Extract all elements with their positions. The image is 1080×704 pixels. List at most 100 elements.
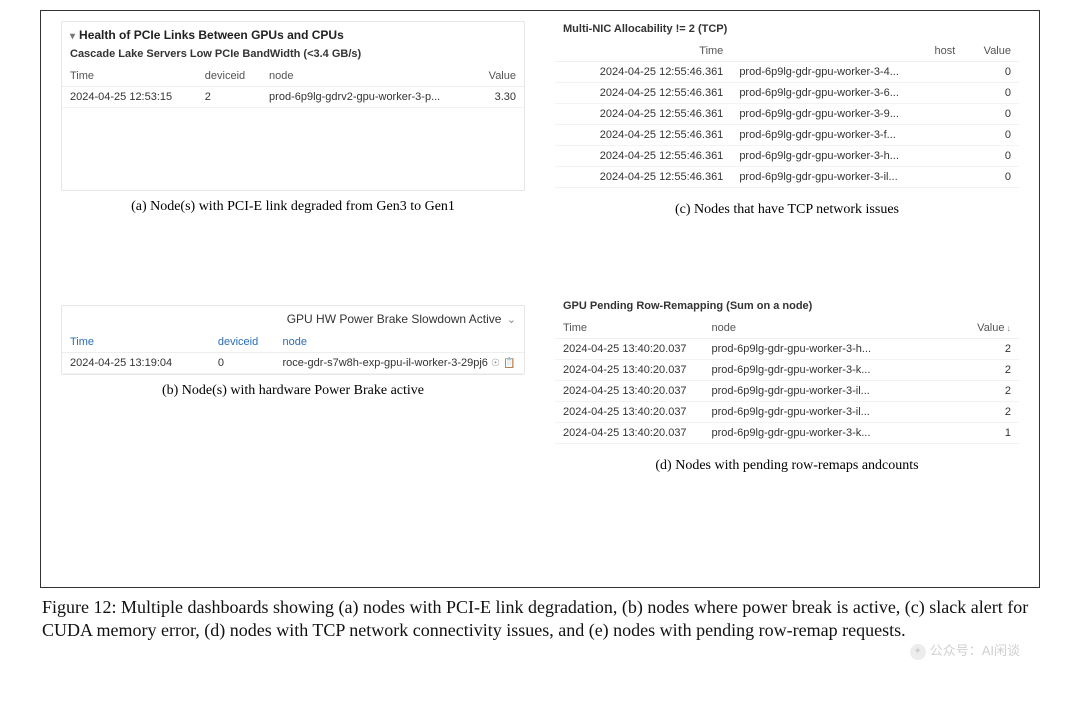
- cell-value: 0: [963, 62, 1019, 83]
- cell-node: prod-6p9lg-gdr-gpu-worker-3-k...: [703, 423, 954, 444]
- panel-row-remap: GPU Pending Row-Remapping (Sum on a node…: [555, 298, 1019, 444]
- col-deviceid[interactable]: deviceid: [210, 332, 275, 353]
- table-row[interactable]: 2024-04-25 13:19:04 0 roce-gdr-s7w8h-exp…: [62, 353, 524, 374]
- table-row[interactable]: 2024-04-25 13:40:20.037prod-6p9lg-gdr-gp…: [555, 339, 1019, 360]
- col-node[interactable]: node: [261, 66, 475, 87]
- cell-time: 2024-04-25 12:55:46.361: [555, 62, 731, 83]
- panel-b-title: GPU HW Power Brake Slowdown Active: [287, 312, 502, 326]
- figure-caption: Figure 12: Multiple dashboards showing (…: [40, 588, 1040, 641]
- cell-time: 2024-04-25 12:55:46.361: [555, 104, 731, 125]
- panel-power-brake: GPU HW Power Brake Slowdown Active ⌄ Tim…: [61, 305, 525, 375]
- cell-time: 2024-04-25 12:55:46.361: [555, 167, 731, 188]
- chevron-down-icon: ▾: [70, 31, 75, 42]
- cell-node: prod-6p9lg-gdr-gpu-worker-3-k...: [703, 360, 954, 381]
- col-time[interactable]: Time: [62, 66, 197, 87]
- col-node[interactable]: node: [275, 332, 525, 353]
- table-row[interactable]: 2024-04-25 12:55:46.361prod-6p9lg-gdr-gp…: [555, 62, 1019, 83]
- col-time[interactable]: Time: [555, 318, 703, 339]
- panel-d-title: GPU Pending Row-Remapping (Sum on a node…: [555, 298, 1019, 318]
- panel-c-table: Time host Value 2024-04-25 12:55:46.361p…: [555, 41, 1019, 188]
- cell-value: 0: [963, 125, 1019, 146]
- cell-value: 0: [963, 167, 1019, 188]
- table-header-row: Time node Value↓: [555, 318, 1019, 339]
- cell-node: roce-gdr-s7w8h-exp-gpu-il-worker-3-29pj6…: [275, 353, 525, 374]
- col-value[interactable]: Value↓: [954, 318, 1019, 339]
- panel-d-table: Time node Value↓ 2024-04-25 13:40:20.037…: [555, 318, 1019, 444]
- cell-time: 2024-04-25 13:40:20.037: [555, 402, 703, 423]
- sort-desc-icon: ↓: [1007, 323, 1012, 333]
- caption-a: (a) Node(s) with PCI-E link degraded fro…: [61, 199, 525, 215]
- col-host[interactable]: host: [731, 41, 963, 62]
- eye-icon[interactable]: ☉: [491, 358, 500, 369]
- panel-b-table: Time deviceid node 2024-04-25 13:19:04 0…: [62, 332, 524, 374]
- cell-node: prod-6p9lg-gdrv2-gpu-worker-3-p...: [261, 87, 475, 108]
- table-row[interactable]: 2024-04-25 13:40:20.037prod-6p9lg-gdr-gp…: [555, 381, 1019, 402]
- cell-value: 2: [954, 381, 1019, 402]
- table-row[interactable]: 2024-04-25 13:40:20.037prod-6p9lg-gdr-gp…: [555, 402, 1019, 423]
- col-node[interactable]: node: [703, 318, 954, 339]
- caption-d: (d) Nodes with pending row-remaps andcou…: [555, 458, 1019, 474]
- panel-c-title: Multi-NIC Allocability != 2 (TCP): [555, 21, 1019, 41]
- cell-value: 0: [963, 83, 1019, 104]
- cell-node: prod-6p9lg-gdr-gpu-worker-3-il...: [703, 402, 954, 423]
- cell-time: 2024-04-25 12:55:46.361: [555, 125, 731, 146]
- table-row[interactable]: 2024-04-25 13:40:20.037prod-6p9lg-gdr-gp…: [555, 423, 1019, 444]
- cell-value: 3.30: [475, 87, 524, 108]
- table-row[interactable]: 2024-04-25 12:55:46.361prod-6p9lg-gdr-gp…: [555, 146, 1019, 167]
- table-row[interactable]: 2024-04-25 13:40:20.037prod-6p9lg-gdr-gp…: [555, 360, 1019, 381]
- table-row[interactable]: 2024-04-25 12:55:46.361prod-6p9lg-gdr-gp…: [555, 125, 1019, 146]
- cell-time: 2024-04-25 12:55:46.361: [555, 146, 731, 167]
- cell-time: 2024-04-25 13:40:20.037: [555, 360, 703, 381]
- cell-value: 0: [963, 146, 1019, 167]
- cell-deviceid: 0: [210, 353, 275, 374]
- caption-c: (c) Nodes that have TCP network issues: [555, 202, 1019, 218]
- figure-frame: ▾ Health of PCIe Links Between GPUs and C…: [40, 10, 1040, 588]
- cell-deviceid: 2: [197, 87, 261, 108]
- col-value[interactable]: Value: [963, 41, 1019, 62]
- caption-b: (b) Node(s) with hardware Power Brake ac…: [61, 383, 525, 399]
- table-row[interactable]: 2024-04-25 12:53:15 2 prod-6p9lg-gdrv2-g…: [62, 87, 524, 108]
- panel-a-title-row[interactable]: ▾ Health of PCIe Links Between GPUs and C…: [62, 22, 524, 46]
- cell-value: 2: [954, 360, 1019, 381]
- left-column: ▾ Health of PCIe Links Between GPUs and C…: [61, 21, 525, 474]
- cell-value: 0: [963, 104, 1019, 125]
- panel-b-title-row[interactable]: GPU HW Power Brake Slowdown Active ⌄: [62, 306, 524, 332]
- panel-a-subtitle: Cascade Lake Servers Low PCIe BandWidth …: [62, 46, 524, 66]
- cell-host: prod-6p9lg-gdr-gpu-worker-3-f...: [731, 125, 963, 146]
- chevron-down-icon: ⌄: [507, 314, 516, 326]
- cell-host: prod-6p9lg-gdr-gpu-worker-3-il...: [731, 167, 963, 188]
- cell-time: 2024-04-25 12:53:15: [62, 87, 197, 108]
- col-time[interactable]: Time: [62, 332, 210, 353]
- cell-host: prod-6p9lg-gdr-gpu-worker-3-6...: [731, 83, 963, 104]
- cell-value: 1: [954, 423, 1019, 444]
- table-row[interactable]: 2024-04-25 12:55:46.361prod-6p9lg-gdr-gp…: [555, 167, 1019, 188]
- col-value[interactable]: Value: [475, 66, 524, 87]
- cell-value: 2: [954, 402, 1019, 423]
- cell-node: prod-6p9lg-gdr-gpu-worker-3-h...: [703, 339, 954, 360]
- cell-time: 2024-04-25 13:40:20.037: [555, 423, 703, 444]
- col-deviceid[interactable]: deviceid: [197, 66, 261, 87]
- cell-time: 2024-04-25 13:40:20.037: [555, 339, 703, 360]
- panel-pcie-health: ▾ Health of PCIe Links Between GPUs and C…: [61, 21, 525, 191]
- cell-node: prod-6p9lg-gdr-gpu-worker-3-il...: [703, 381, 954, 402]
- table-header-row: Time deviceid node Value: [62, 66, 524, 87]
- table-row[interactable]: 2024-04-25 12:55:46.361prod-6p9lg-gdr-gp…: [555, 104, 1019, 125]
- right-column: Multi-NIC Allocability != 2 (TCP) Time h…: [555, 21, 1019, 474]
- panel-a-title: Health of PCIe Links Between GPUs and CP…: [79, 28, 344, 42]
- cell-value: 2: [954, 339, 1019, 360]
- wechat-icon: ✦: [910, 644, 926, 660]
- col-time[interactable]: Time: [555, 41, 731, 62]
- cell-host: prod-6p9lg-gdr-gpu-worker-3-h...: [731, 146, 963, 167]
- cell-time: 2024-04-25 13:19:04: [62, 353, 210, 374]
- table-header-row: Time host Value: [555, 41, 1019, 62]
- cell-time: 2024-04-25 13:40:20.037: [555, 381, 703, 402]
- panel-a-table: Time deviceid node Value 2024-04-25 12:5…: [62, 66, 524, 108]
- table-header-row: Time deviceid node: [62, 332, 524, 353]
- cell-host: prod-6p9lg-gdr-gpu-worker-3-9...: [731, 104, 963, 125]
- cell-time: 2024-04-25 12:55:46.361: [555, 83, 731, 104]
- watermark: ✦公众号：AI闲谈: [910, 640, 1020, 660]
- table-row[interactable]: 2024-04-25 12:55:46.361prod-6p9lg-gdr-gp…: [555, 83, 1019, 104]
- panel-multinic: Multi-NIC Allocability != 2 (TCP) Time h…: [555, 21, 1019, 188]
- cell-host: prod-6p9lg-gdr-gpu-worker-3-4...: [731, 62, 963, 83]
- copy-icon[interactable]: 📋: [503, 358, 515, 369]
